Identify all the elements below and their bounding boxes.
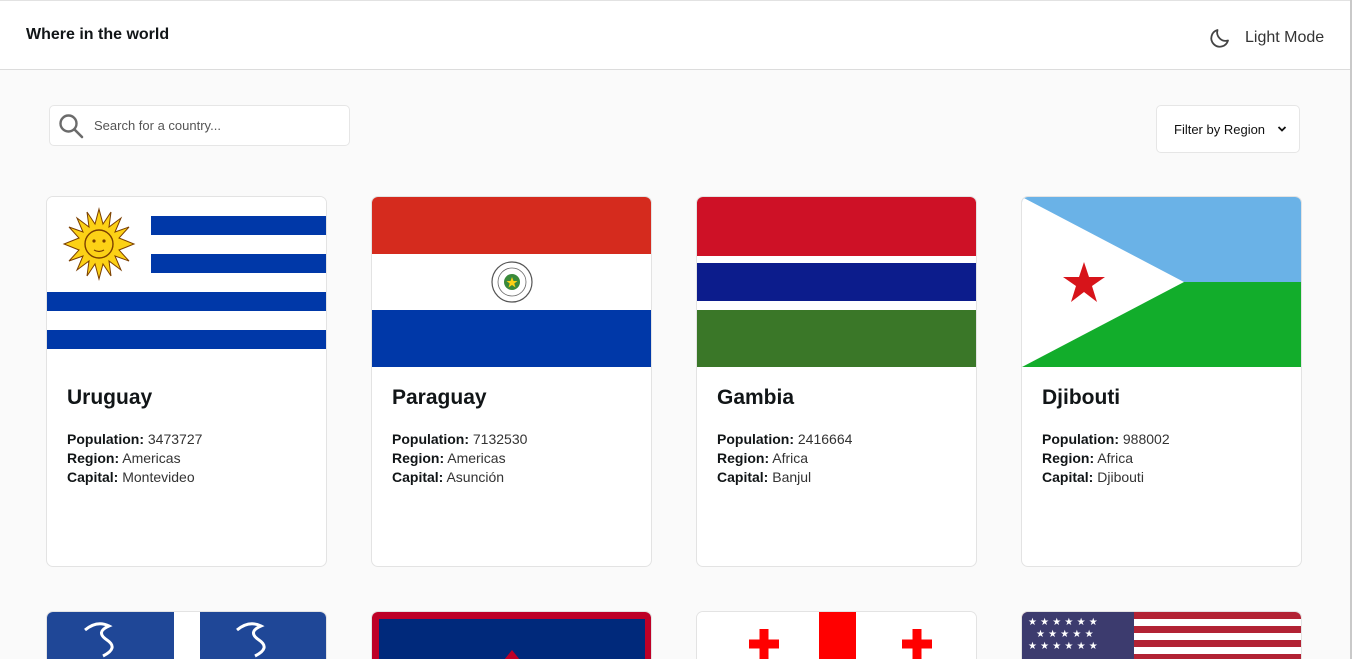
capital-label: Capital: xyxy=(717,469,769,485)
flag-united-states: ★ ★ ★ ★ ★ ★ ★ ★ ★ ★ ★ ★ ★ ★ ★ ★ ★ xyxy=(1022,612,1301,659)
capital-value: Djibouti xyxy=(1097,469,1144,485)
app-header: Where in the world Light Mode xyxy=(0,0,1350,70)
country-card-paraguay[interactable]: Paraguay Population: 7132530 Region: Ame… xyxy=(371,196,652,567)
country-card[interactable] xyxy=(696,611,977,659)
region-filter-label: Filter by Region xyxy=(1174,121,1266,137)
country-card[interactable] xyxy=(371,611,652,659)
country-name: Paraguay xyxy=(392,386,487,409)
country-name: Djibouti xyxy=(1042,386,1121,409)
population-label: Population: xyxy=(392,431,469,447)
population-label: Population: xyxy=(717,431,794,447)
region-value: Africa xyxy=(772,450,809,466)
search-box[interactable] xyxy=(49,105,350,146)
capital-label: Capital: xyxy=(1042,469,1094,485)
population-value: 7132530 xyxy=(472,431,528,447)
country-card-gambia[interactable]: Gambia Population: 2416664 Region: Afric… xyxy=(696,196,977,567)
region-label: Region: xyxy=(1042,450,1095,466)
svg-text:★ ★ ★ ★ ★ ★: ★ ★ ★ ★ ★ ★ xyxy=(1028,617,1098,628)
region-value: Americas xyxy=(122,450,181,466)
svg-text:★ ★ ★ ★ ★ ★: ★ ★ ★ ★ ★ ★ xyxy=(1028,641,1098,652)
country-details: Population: 2416664 Region: Africa Capit… xyxy=(717,430,852,487)
theme-toggle-label: Light Mode xyxy=(1245,29,1325,46)
population-value: 2416664 xyxy=(797,431,853,447)
flag-paraguay xyxy=(372,197,651,367)
population-value: 3473727 xyxy=(147,431,203,447)
capital-value: Banjul xyxy=(772,469,812,485)
region-filter-dropdown[interactable]: Filter by Region xyxy=(1156,105,1300,153)
moon-icon xyxy=(1208,26,1232,50)
flag-guam xyxy=(372,612,651,659)
capital-label: Capital: xyxy=(392,469,444,485)
region-label: Region: xyxy=(717,450,770,466)
search-icon xyxy=(58,113,84,139)
country-details: Population: 7132530 Region: Americas Cap… xyxy=(392,430,527,487)
country-card[interactable] xyxy=(46,611,327,659)
country-card-djibouti[interactable]: Djibouti Population: 988002 Region: Afri… xyxy=(1021,196,1302,567)
capital-label: Capital: xyxy=(67,469,119,485)
population-label: Population: xyxy=(67,431,144,447)
flag-djibouti xyxy=(1022,197,1301,367)
population-value: 988002 xyxy=(1122,431,1170,447)
theme-toggle-button[interactable]: Light Mode xyxy=(1208,25,1324,51)
country-card-uruguay[interactable]: Uruguay Population: 3473727 Region: Amer… xyxy=(46,196,327,567)
chevron-down-icon xyxy=(1277,120,1287,138)
flag-uruguay xyxy=(47,197,326,367)
population-label: Population: xyxy=(1042,431,1119,447)
region-value: Americas xyxy=(447,450,506,466)
country-name: Gambia xyxy=(717,386,795,409)
search-input[interactable] xyxy=(92,117,346,134)
capital-value: Montevideo xyxy=(122,469,195,485)
region-label: Region: xyxy=(392,450,445,466)
flag-georgia xyxy=(697,612,976,659)
country-card[interactable]: ★ ★ ★ ★ ★ ★ ★ ★ ★ ★ ★ ★ ★ ★ ★ ★ ★ xyxy=(1021,611,1302,659)
flag-martinique xyxy=(47,612,326,659)
country-details: Population: 3473727 Region: Americas Cap… xyxy=(67,430,202,487)
region-value: Africa xyxy=(1097,450,1134,466)
svg-text:★ ★ ★ ★ ★: ★ ★ ★ ★ ★ xyxy=(1036,629,1094,640)
app-title: Where in the world xyxy=(26,26,170,43)
country-name: Uruguay xyxy=(67,386,153,409)
country-details: Population: 988002 Region: Africa Capita… xyxy=(1042,430,1170,487)
capital-value: Asunción xyxy=(446,469,505,485)
region-label: Region: xyxy=(67,450,120,466)
flag-gambia xyxy=(697,197,976,367)
